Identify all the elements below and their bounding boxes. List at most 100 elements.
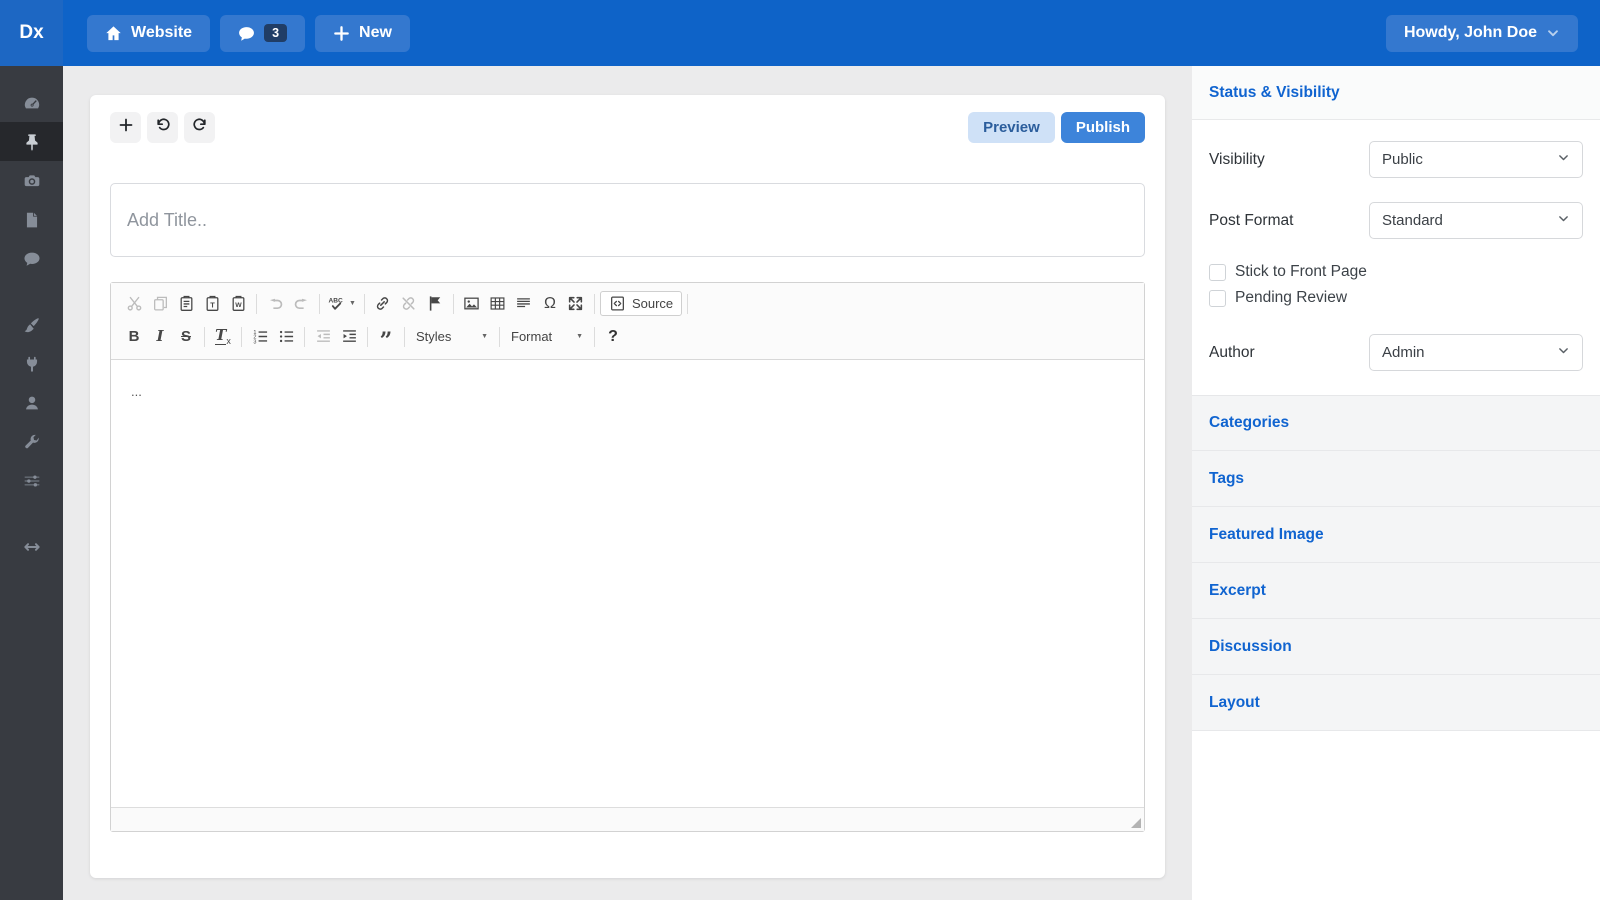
comments-count-badge: 3 xyxy=(264,24,287,43)
section-featured-image[interactable]: Featured Image xyxy=(1192,507,1600,563)
bold-button[interactable]: B xyxy=(121,324,147,350)
paste-plain-text-button[interactable]: T xyxy=(199,291,225,317)
pending-review-checkbox[interactable] xyxy=(1209,290,1226,307)
italic-button[interactable]: I xyxy=(147,324,173,350)
post-title-input[interactable] xyxy=(110,183,1145,257)
author-field: Author Admin xyxy=(1209,334,1583,371)
comment-bubble-icon xyxy=(238,25,255,42)
section-categories[interactable]: Categories xyxy=(1192,395,1600,451)
sidebar-item-media[interactable] xyxy=(0,161,63,200)
website-button[interactable]: Website xyxy=(87,15,210,52)
topbar: Dx Website 3 New Howdy, John Doe xyxy=(0,0,1600,66)
user-icon xyxy=(23,394,41,412)
sidebar-item-comments[interactable] xyxy=(0,239,63,278)
unlink-button[interactable] xyxy=(396,291,422,317)
redo-icon xyxy=(192,117,208,138)
numbered-list-button[interactable]: 123 xyxy=(247,324,273,350)
horizontal-line-button[interactable] xyxy=(511,291,537,317)
new-button-label: New xyxy=(359,24,392,42)
sidebar-item-tools[interactable] xyxy=(0,422,63,461)
source-button[interactable]: Source xyxy=(600,291,682,316)
maximize-button[interactable] xyxy=(563,291,589,317)
spellcheck-button[interactable]: ABC▼ xyxy=(325,291,359,317)
paste-from-word-button[interactable]: W xyxy=(225,291,251,317)
sidebar-item-users[interactable] xyxy=(0,383,63,422)
new-button[interactable]: New xyxy=(315,15,410,52)
special-character-button[interactable]: Ω xyxy=(537,291,563,317)
author-select[interactable]: Admin xyxy=(1369,334,1583,371)
chevron-down-icon xyxy=(1557,151,1570,168)
undo-button[interactable] xyxy=(147,112,178,143)
format-dropdown-button[interactable]: Format▼ xyxy=(505,324,589,350)
section-label: Featured Image xyxy=(1209,526,1324,544)
publish-button[interactable]: Publish xyxy=(1061,112,1145,143)
collapse-icon xyxy=(23,538,41,556)
table-button[interactable] xyxy=(485,291,511,317)
stick-to-front-page-option[interactable]: Stick to Front Page xyxy=(1209,259,1583,285)
undo-button[interactable] xyxy=(262,291,288,317)
paste-button[interactable] xyxy=(173,291,199,317)
copy-button[interactable] xyxy=(147,291,173,317)
status-checkboxes: Stick to Front Page Pending Review xyxy=(1209,259,1583,311)
bulleted-list-button[interactable] xyxy=(273,324,299,350)
user-menu-button[interactable]: Howdy, John Doe xyxy=(1386,15,1578,52)
comments-button[interactable]: 3 xyxy=(220,15,305,52)
add-block-button[interactable] xyxy=(110,112,141,143)
blockquote-button[interactable]: ” xyxy=(373,324,399,350)
brush-icon xyxy=(23,316,41,334)
strikethrough-glyph: S xyxy=(181,329,191,344)
preview-button[interactable]: Preview xyxy=(968,112,1055,143)
post-format-select[interactable]: Standard xyxy=(1369,202,1583,239)
wrench-icon xyxy=(23,433,41,451)
editor-toolbar: T W ABC▼ Ω Source BIS Tx 123 ” Styles▼ Format▼? xyxy=(111,283,1144,360)
section-label: Categories xyxy=(1209,414,1289,432)
outdent-icon xyxy=(315,328,332,345)
svg-text:W: W xyxy=(235,302,242,309)
visibility-value: Public xyxy=(1382,151,1423,168)
editor-content-area[interactable]: ... xyxy=(111,360,1144,807)
outdent-button[interactable] xyxy=(310,324,336,350)
about-button[interactable]: ? xyxy=(600,324,626,350)
resize-handle[interactable] xyxy=(1131,818,1141,828)
visibility-select[interactable]: Public xyxy=(1369,141,1583,178)
sidebar-item-pages[interactable] xyxy=(0,200,63,239)
user-menu-label: Howdy, John Doe xyxy=(1404,24,1537,42)
app-logo[interactable]: Dx xyxy=(0,0,63,66)
sidebar-item-appearance[interactable] xyxy=(0,305,63,344)
sidebar-item-settings[interactable] xyxy=(0,461,63,500)
anchor-button[interactable] xyxy=(422,291,448,317)
format-dropdown-label: Format xyxy=(511,329,552,344)
sidebar-item-collapse-menu[interactable] xyxy=(0,527,63,566)
sidebar-spacer xyxy=(0,500,63,527)
paste-icon xyxy=(178,295,195,312)
redo-button[interactable] xyxy=(184,112,215,143)
strikethrough-button[interactable]: S xyxy=(173,324,199,350)
indent-button[interactable] xyxy=(336,324,362,350)
section-excerpt[interactable]: Excerpt xyxy=(1192,563,1600,619)
section-label: Discussion xyxy=(1209,638,1292,656)
section-tags[interactable]: Tags xyxy=(1192,451,1600,507)
stick-to-front-page-checkbox[interactable] xyxy=(1209,264,1226,281)
styles-dropdown-button[interactable]: Styles▼ xyxy=(410,324,494,350)
cut-button[interactable] xyxy=(121,291,147,317)
visibility-label: Visibility xyxy=(1209,151,1265,169)
redo-button[interactable] xyxy=(288,291,314,317)
rich-text-editor: T W ABC▼ Ω Source BIS Tx 123 ” Styles▼ Format▼? ..… xyxy=(110,282,1145,832)
toolbar-separator xyxy=(304,327,305,347)
pending-review-option[interactable]: Pending Review xyxy=(1209,285,1583,311)
comment-icon xyxy=(23,250,41,268)
unlink-icon xyxy=(400,295,417,312)
status-visibility-header[interactable]: Status & Visibility xyxy=(1192,66,1600,120)
page-icon xyxy=(23,211,41,229)
link-button[interactable] xyxy=(370,291,396,317)
section-discussion[interactable]: Discussion xyxy=(1192,619,1600,675)
sidebar-spacer xyxy=(0,278,63,305)
remove-format-button[interactable]: Tx xyxy=(210,324,236,350)
section-layout[interactable]: Layout xyxy=(1192,675,1600,731)
image-button[interactable] xyxy=(459,291,485,317)
sidebar-item-posts[interactable] xyxy=(0,122,63,161)
sidebar-item-dashboard[interactable] xyxy=(0,83,63,122)
sidebar-item-plugins[interactable] xyxy=(0,344,63,383)
topbar-left-actions: Website 3 New xyxy=(87,15,410,52)
svg-text:3: 3 xyxy=(253,339,256,345)
